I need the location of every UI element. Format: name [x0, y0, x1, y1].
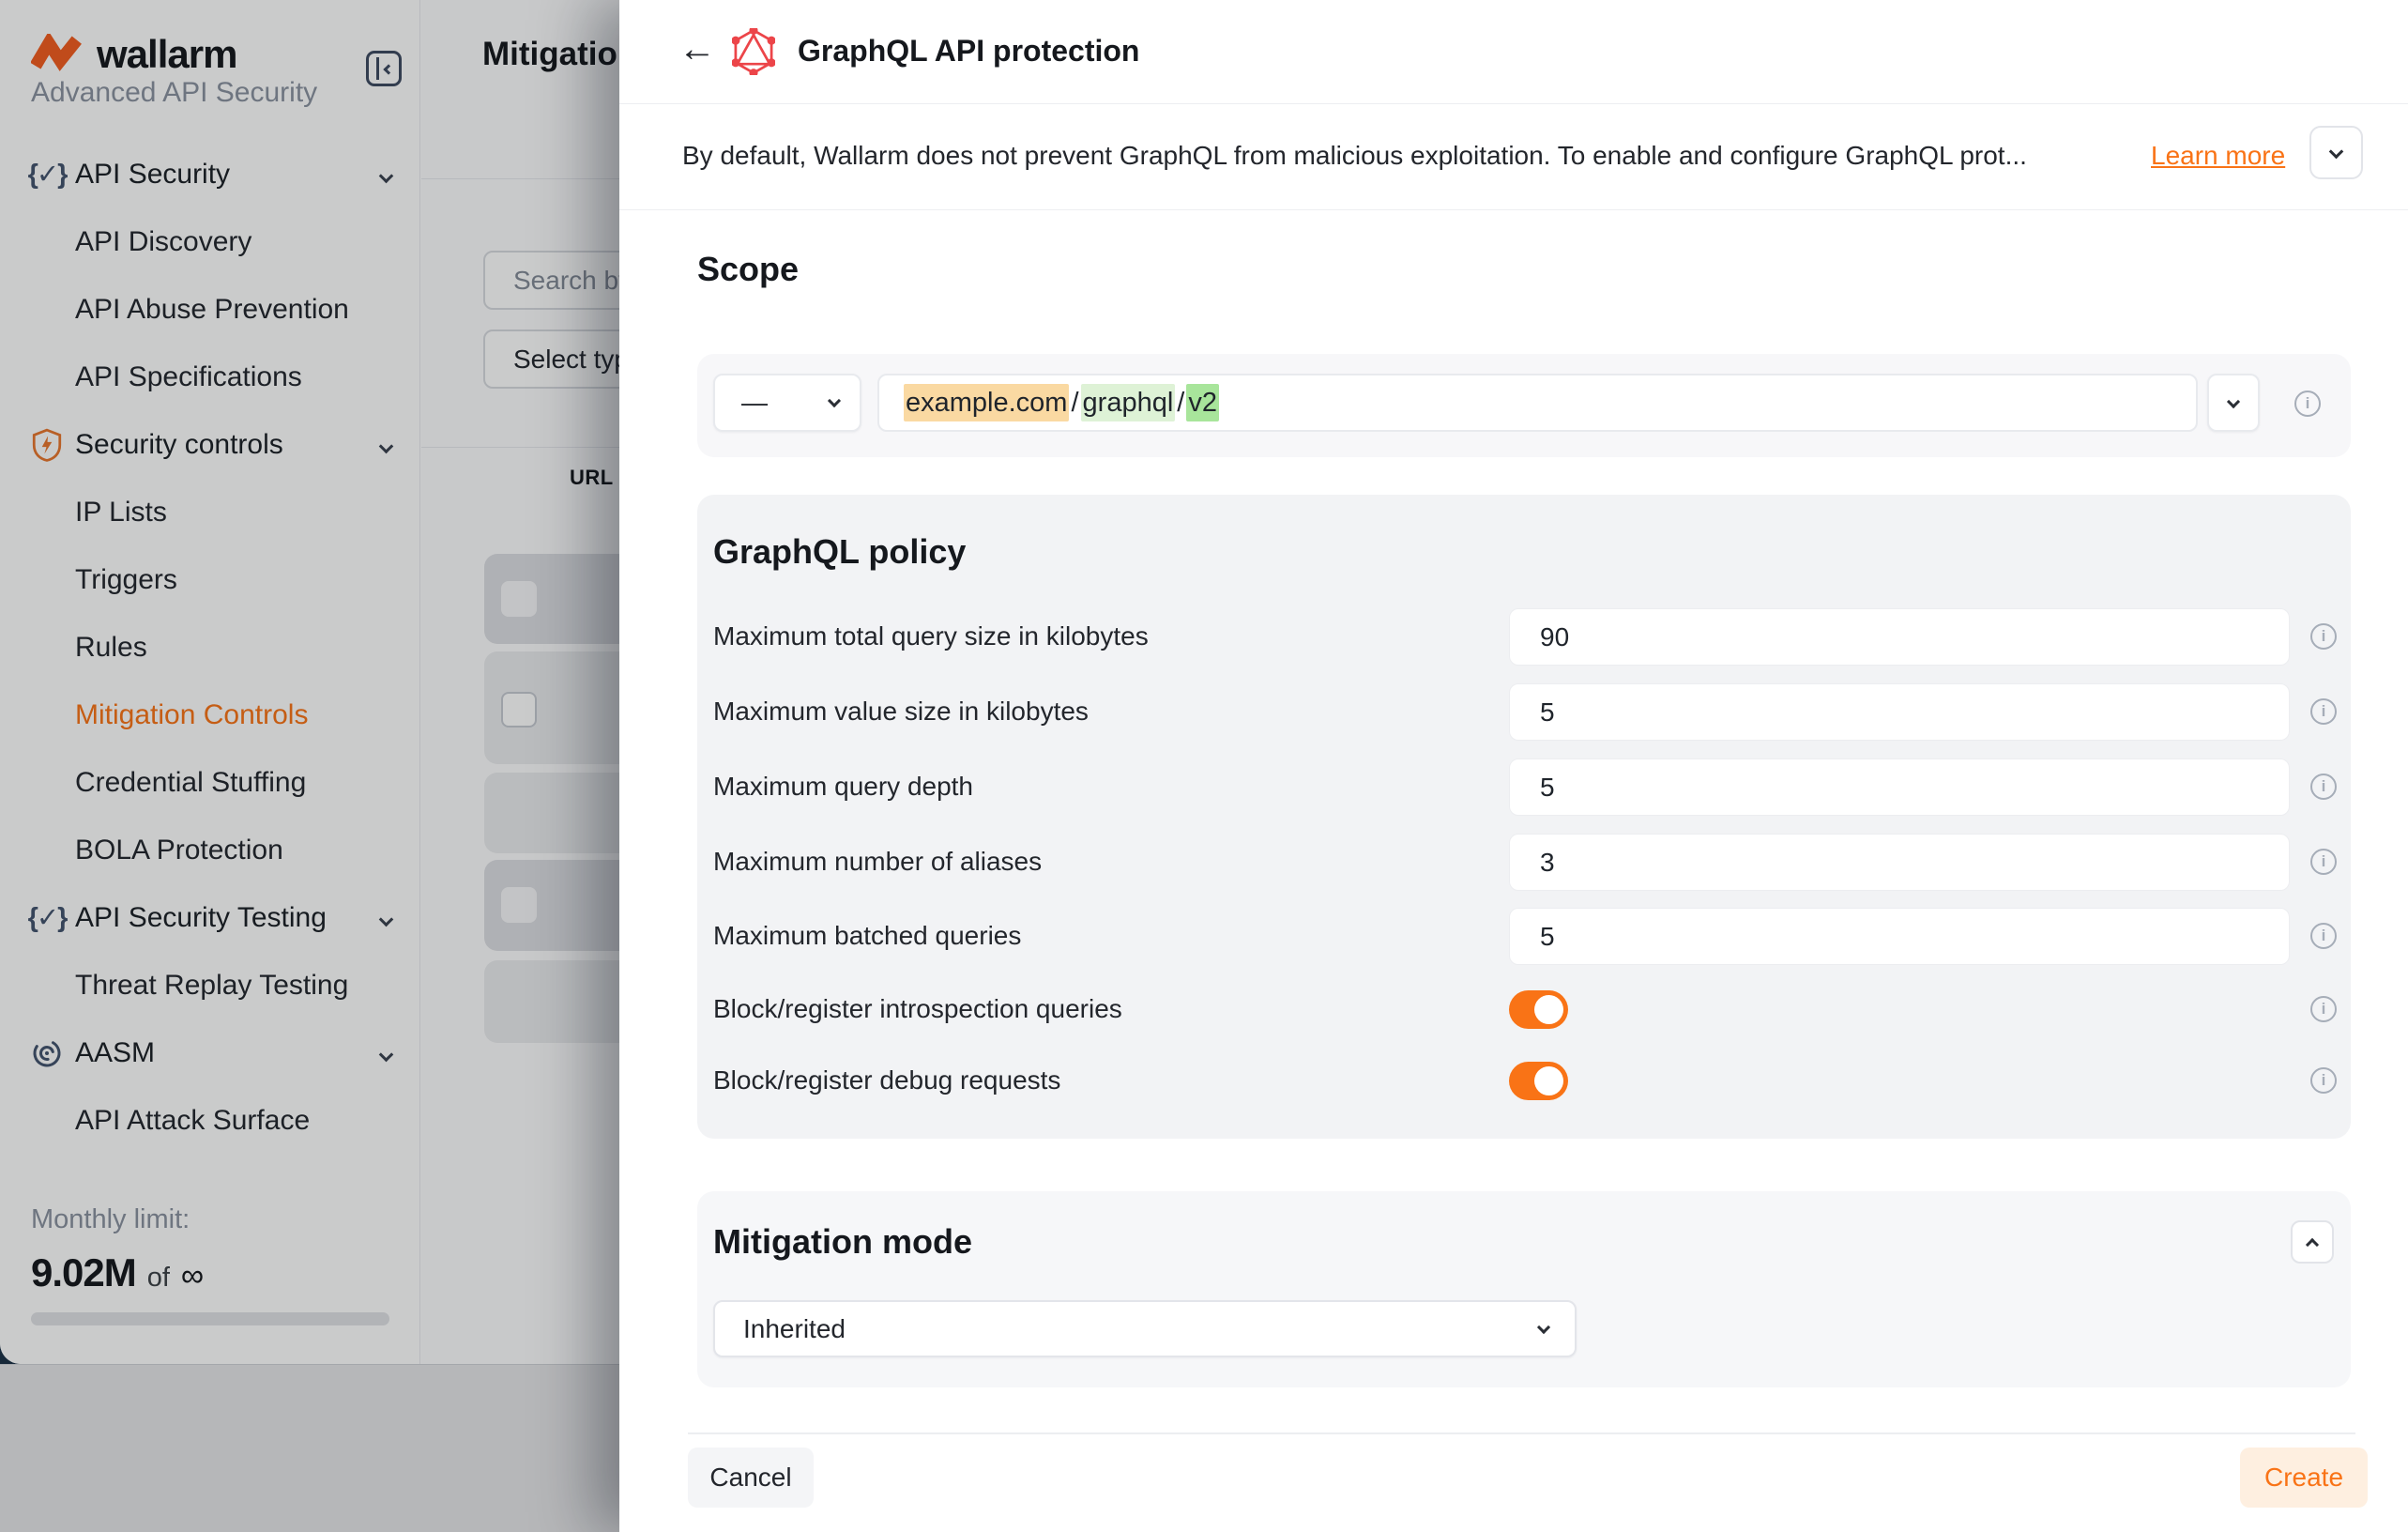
policy-label: Maximum value size in kilobytes — [713, 697, 1089, 727]
chevron-down-icon — [2329, 145, 2344, 160]
chevron-down-icon — [1537, 1321, 1550, 1334]
policy-row: Maximum batched queries 5 i — [713, 898, 2335, 973]
info-banner: By default, Wallarm does not prevent Gra… — [619, 105, 2408, 210]
max-total-query-size-input[interactable]: 90 — [1509, 608, 2290, 666]
graphql-policy-panel: GraphQL policy Maximum total query size … — [697, 495, 2351, 1139]
info-icon[interactable]: i — [2310, 923, 2337, 949]
scope-expand-button[interactable] — [2207, 374, 2260, 432]
modal-backdrop[interactable] — [0, 0, 620, 1532]
introspection-queries-toggle[interactable] — [1509, 990, 1568, 1029]
mitigation-collapse-button[interactable] — [2291, 1220, 2334, 1264]
mitigation-mode-select[interactable]: Inherited — [713, 1300, 1577, 1357]
banner-text: By default, Wallarm does not prevent Gra… — [682, 141, 2027, 171]
policy-row: Block/register introspection queries i — [713, 972, 2335, 1047]
info-icon[interactable]: i — [2310, 698, 2337, 725]
scope-method-value: — — [741, 388, 768, 418]
info-icon[interactable]: i — [2310, 1067, 2337, 1094]
policy-row: Maximum query depth 5 i — [713, 749, 2335, 824]
info-icon[interactable]: i — [2310, 996, 2337, 1022]
url-token-slash: / — [1175, 384, 1186, 421]
policy-row: Maximum number of aliases 3 i — [713, 824, 2335, 899]
scope-panel: — example.com/graphql/v2 i — [697, 354, 2351, 457]
drawer-header: ← GraphQL API protection — [619, 0, 2408, 104]
policy-row: Maximum total query size in kilobytes 90… — [713, 599, 2335, 674]
info-icon[interactable]: i — [2294, 391, 2321, 417]
graphql-icon — [732, 28, 775, 75]
max-batched-queries-input[interactable]: 5 — [1509, 908, 2290, 965]
policy-label: Maximum total query size in kilobytes — [713, 621, 1149, 651]
learn-more-link[interactable]: Learn more — [2151, 141, 2285, 171]
graphql-protection-drawer: ← GraphQL API protection By default, Wal… — [619, 0, 2408, 1532]
policy-heading: GraphQL policy — [713, 532, 966, 572]
max-value-size-input[interactable]: 5 — [1509, 683, 2290, 741]
debug-requests-toggle[interactable] — [1509, 1062, 1568, 1100]
cancel-button[interactable]: Cancel — [688, 1448, 814, 1508]
app-root: wallarm Advanced API Security {✓} API Se… — [0, 0, 2408, 1532]
toggle-knob — [1534, 995, 1563, 1024]
policy-label: Maximum batched queries — [713, 921, 1021, 951]
policy-row: Maximum value size in kilobytes 5 i — [713, 674, 2335, 749]
info-icon[interactable]: i — [2310, 849, 2337, 875]
mitigation-mode-value: Inherited — [743, 1314, 846, 1344]
url-token-slash: / — [1069, 384, 1080, 421]
banner-expand-button[interactable] — [2309, 126, 2363, 179]
policy-label: Block/register debug requests — [713, 1065, 1060, 1095]
policy-row: Block/register debug requests i — [713, 1043, 2335, 1118]
info-icon[interactable]: i — [2310, 623, 2337, 650]
info-icon[interactable]: i — [2310, 774, 2337, 800]
max-aliases-input[interactable]: 3 — [1509, 834, 2290, 891]
max-query-depth-input[interactable]: 5 — [1509, 758, 2290, 816]
url-token-path: graphql — [1081, 384, 1176, 421]
chevron-down-icon — [2227, 395, 2240, 408]
drawer-title: GraphQL API protection — [798, 34, 1139, 69]
create-button[interactable]: Create — [2240, 1448, 2368, 1508]
url-token-host: example.com — [904, 384, 1069, 421]
chevron-up-icon — [2306, 1238, 2319, 1251]
footer-divider — [688, 1432, 2355, 1434]
mitigation-mode-heading: Mitigation mode — [713, 1222, 972, 1262]
toggle-knob — [1534, 1066, 1563, 1095]
policy-label: Maximum query depth — [713, 772, 973, 802]
url-token-version: v2 — [1186, 384, 1219, 421]
back-arrow-icon[interactable]: ← — [678, 28, 716, 70]
policy-label: Maximum number of aliases — [713, 847, 1042, 877]
scope-url-input[interactable]: example.com/graphql/v2 — [877, 374, 2198, 432]
scope-heading: Scope — [697, 250, 799, 289]
mitigation-mode-panel: Mitigation mode Inherited — [697, 1191, 2351, 1387]
policy-label: Block/register introspection queries — [713, 994, 1122, 1024]
chevron-down-icon — [828, 394, 841, 407]
scope-method-select[interactable]: — — [713, 374, 861, 432]
